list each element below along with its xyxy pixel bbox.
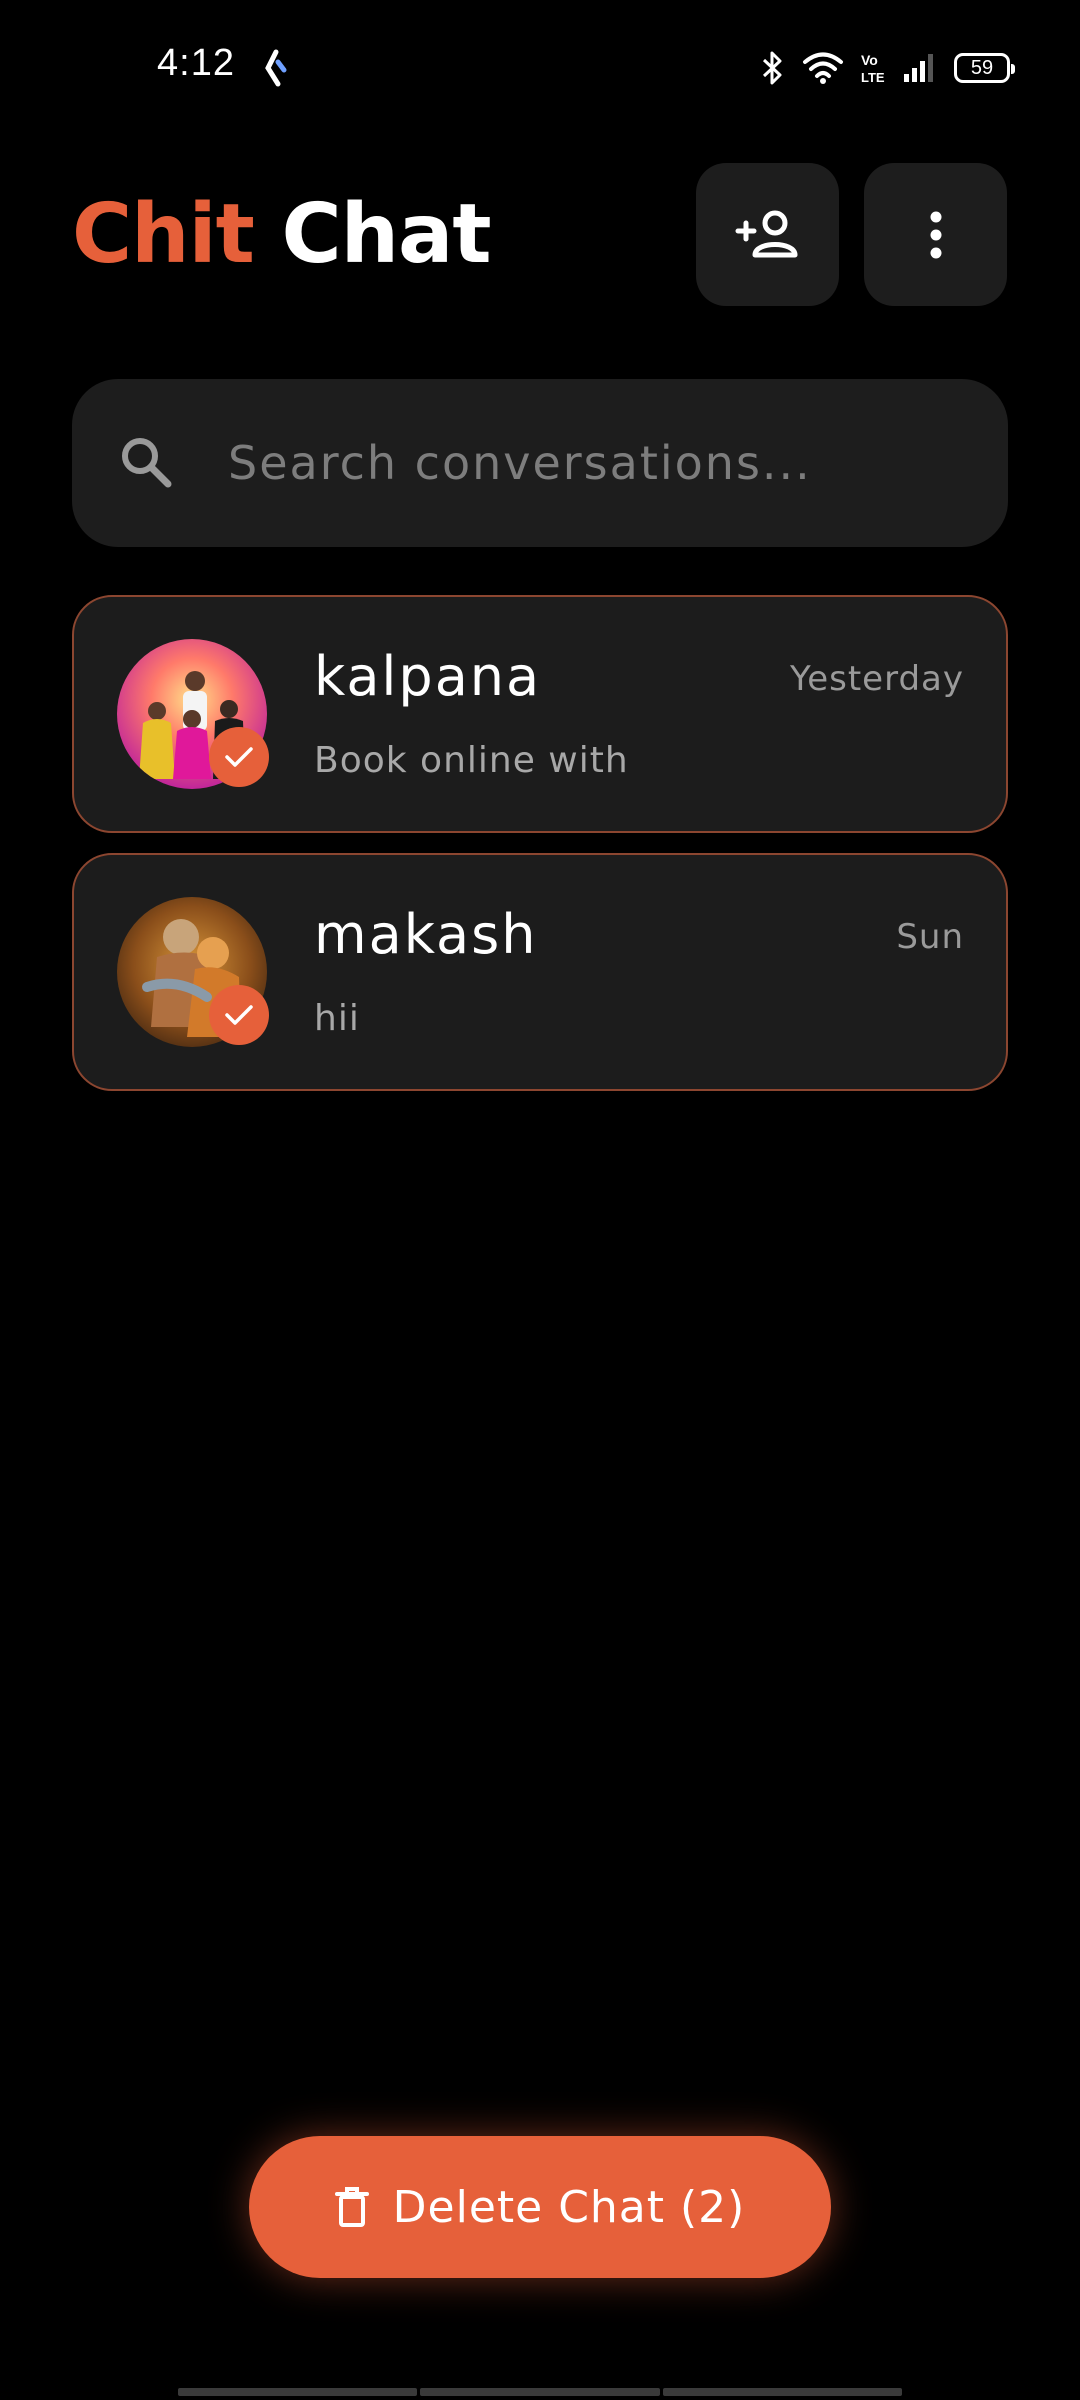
status-bar: 4:12 Vo LTE 59 [0, 0, 1080, 140]
app-title-chit: Chit [72, 187, 255, 282]
battery-indicator: 59 [954, 53, 1015, 83]
selected-check-badge [209, 727, 269, 787]
chat-last-message: hii [314, 998, 360, 1039]
status-icons: Vo LTE 59 [760, 48, 1015, 88]
search-input[interactable] [228, 423, 968, 503]
chat-last-message: Book online with [314, 740, 629, 781]
gesture-navigation-bar[interactable] [178, 2388, 902, 2396]
delete-chat-button[interactable]: Delete Chat (2) [249, 2136, 831, 2278]
chat-name: kalpana [314, 645, 542, 708]
nav-segment [178, 2388, 418, 2396]
app-title: Chit Chat [72, 180, 492, 290]
wifi-icon [803, 52, 843, 84]
chat-item-makash[interactable]: makash Sun hii [72, 853, 1008, 1091]
svg-text:LTE: LTE [861, 70, 885, 85]
volte-icon: Vo LTE [861, 52, 885, 85]
delete-chat-label: Delete Chat (2) [392, 2181, 746, 2233]
nav-segment [662, 2388, 902, 2396]
app-title-chat: Chat [281, 187, 491, 282]
notification-app-icon [265, 49, 287, 87]
search-icon [122, 438, 172, 488]
chat-name: makash [314, 903, 538, 966]
selected-check-badge [209, 985, 269, 1045]
check-icon [225, 1005, 253, 1025]
person-add-icon [735, 210, 797, 257]
chat-item-kalpana[interactable]: kalpana Yesterday Book online with [72, 595, 1008, 833]
trash-icon [334, 2187, 369, 2227]
chat-time: Sun [896, 917, 964, 957]
more-options-button[interactable] [864, 163, 1007, 306]
add-contact-button[interactable] [696, 163, 839, 306]
chat-time: Yesterday [789, 659, 964, 699]
nav-segment [420, 2388, 660, 2396]
svg-text:Vo: Vo [861, 52, 878, 68]
search-bar[interactable] [72, 379, 1008, 547]
signal-icon [904, 54, 933, 82]
bluetooth-icon [762, 51, 782, 85]
more-vertical-icon [930, 211, 941, 258]
check-icon [225, 747, 253, 767]
status-time: 4:12 [157, 42, 235, 84]
chit-chat-screen: 4:12 Vo LTE 59 Chit Chat Search conversa… [0, 0, 1080, 2400]
